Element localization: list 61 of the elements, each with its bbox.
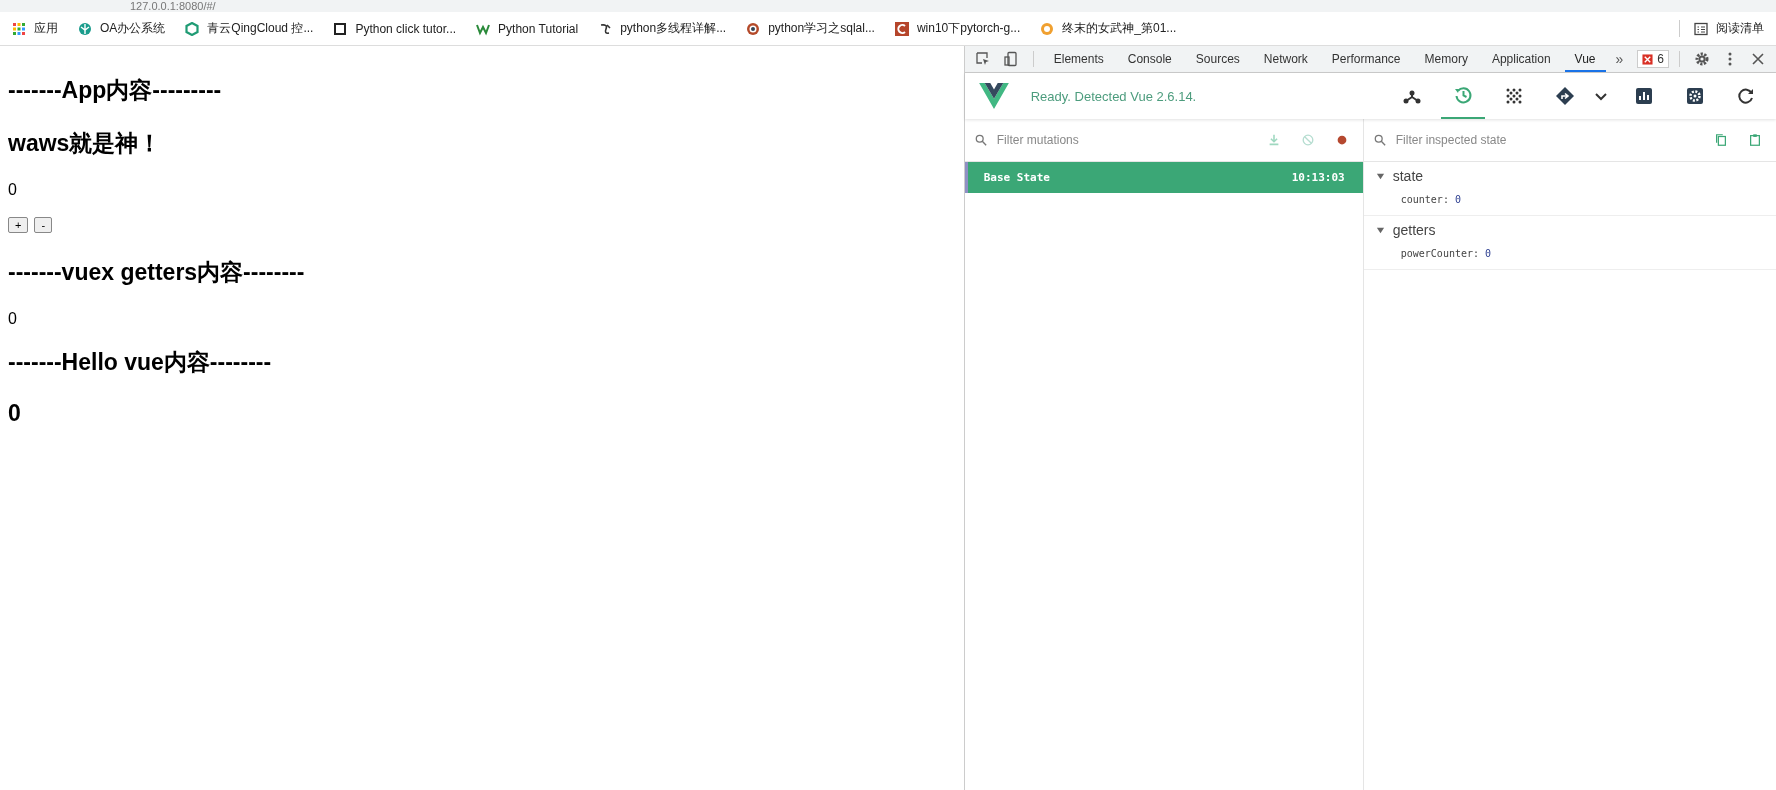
devtools-tab[interactable]: Elements [1043,46,1114,72]
bookmark[interactable]: Python click tutor... [333,21,457,36]
bookmark[interactable]: python多线程详解... [598,20,727,37]
devtools-tab[interactable]: Application [1481,46,1561,72]
devtools-tab[interactable]: Network [1253,46,1318,72]
search-icon [1373,134,1386,146]
list-icon [1694,21,1708,36]
reading-list-button[interactable]: 阅读清单 [1679,20,1764,37]
more-tabs-button[interactable]: » [1609,51,1630,67]
devtools-tab[interactable]: Performance [1321,46,1411,72]
status-text: Ready. Detected Vue 2.6.14. [1030,88,1197,104]
bookmark-icon [598,21,613,36]
bookmark-icon [78,21,92,36]
dots-icon [1504,86,1524,106]
state-field: powerCounter: 0 [1363,238,1492,259]
search-icon [974,134,987,146]
section-header[interactable]: state [1363,168,1424,184]
filter-field[interactable]: Filter mutations [994,132,1199,148]
mutation-time: 10:13:03 [1291,171,1345,184]
counter-button[interactable]: + [8,217,29,233]
address-bar[interactable]: 127.0.0.1:8080/#/ [0,0,1776,12]
bar-chart-icon [1634,86,1654,106]
counter-value: 0 [8,181,17,199]
settings-icon [1685,86,1705,106]
filter-field[interactable]: Filter inspected state [1393,132,1598,148]
bookmark-icon [746,21,761,36]
state-field: counter: 0 [1363,184,1461,205]
vue-logo-icon [978,83,1009,109]
bookmark-icon [894,21,909,36]
devtools-tab[interactable]: Vue [1564,46,1606,72]
clipboard-icon[interactable] [1748,133,1762,147]
bookmark[interactable]: 应用 [12,20,58,37]
copy-icon[interactable] [1714,133,1728,147]
section-header[interactable]: getters [1363,222,1436,238]
devtools-tab[interactable]: Memory [1414,46,1478,72]
bookmark[interactable]: Python Tutorial [476,21,579,36]
error-badge[interactable]: 6 [1637,50,1669,68]
mutation-name: Base State [983,171,1050,184]
bookmark-icon [185,21,200,36]
triangle-icon [1375,225,1385,235]
bookmark[interactable]: win10下pytorch-g... [894,20,1021,37]
refresh-icon [1736,86,1756,106]
apps-grid-icon [12,21,26,36]
heading: -------Hello vue内容-------- [8,348,272,377]
devtools-tab[interactable]: Console [1117,46,1182,72]
counter-button[interactable]: - [34,217,53,233]
triangle-icon [1375,171,1385,181]
bookmark[interactable]: 终末的女武神_第01... [1040,20,1177,37]
bookmark[interactable]: OA办公系统 [78,20,166,37]
clock-icon [1453,85,1473,105]
diamond-arrow-icon [1555,86,1575,106]
heading: -------App内容--------- [8,76,222,105]
bookmark-icon [333,21,348,36]
heading: -------vuex getters内容-------- [8,258,305,287]
bookmark-icon [1040,21,1055,36]
heading: 0 [8,400,21,427]
bookmark[interactable]: python学习之sqlal... [746,20,875,37]
heading: waws就是神！ [8,129,162,158]
counter-value: 0 [8,310,17,328]
bookmark[interactable]: 青云QingCloud 控... [185,20,314,37]
devtools-tab[interactable]: Sources [1185,46,1250,72]
